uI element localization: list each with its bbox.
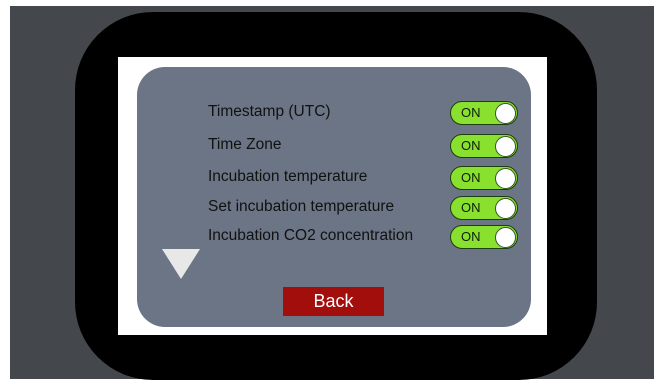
setting-label-incubation-co2: Incubation CO2 concentration [208, 227, 414, 244]
toggle-incubation-co2[interactable]: ON [450, 225, 518, 249]
toggle-knob [495, 227, 516, 248]
toggle-time-zone[interactable]: ON [450, 134, 518, 158]
setting-label-time-zone: Time Zone [208, 136, 282, 153]
toggle-knob [495, 103, 516, 124]
setting-row-time-zone: Time Zone ON [208, 134, 526, 160]
toggle-incubation-temperature[interactable]: ON [450, 166, 518, 190]
toggle-state-incubation-co2: ON [461, 229, 481, 244]
setting-label-set-incubation-temperature: Set incubation temperature [208, 198, 395, 215]
setting-row-set-incubation-temperature: Set incubation temperature ON [208, 196, 526, 222]
setting-row-incubation-temperature: Incubation temperature ON [208, 166, 526, 192]
toggle-knob [495, 168, 516, 189]
toggle-timestamp[interactable]: ON [450, 101, 518, 125]
toggle-state-timestamp: ON [461, 105, 481, 120]
toggle-knob [495, 198, 516, 219]
setting-label-incubation-temperature: Incubation temperature [208, 168, 368, 185]
toggle-knob [495, 136, 516, 157]
setting-row-incubation-co2: Incubation CO2 concentration ON [208, 225, 526, 251]
back-button[interactable]: Back [283, 287, 384, 316]
toggle-state-time-zone: ON [461, 138, 481, 153]
setting-row-timestamp: Timestamp (UTC) ON [208, 101, 526, 127]
toggle-state-set-incubation-temperature: ON [461, 200, 481, 215]
toggle-set-incubation-temperature[interactable]: ON [450, 196, 518, 220]
setting-label-timestamp: Timestamp (UTC) [208, 103, 331, 120]
scroll-down-icon[interactable] [162, 249, 200, 279]
toggle-state-incubation-temperature: ON [461, 170, 481, 185]
